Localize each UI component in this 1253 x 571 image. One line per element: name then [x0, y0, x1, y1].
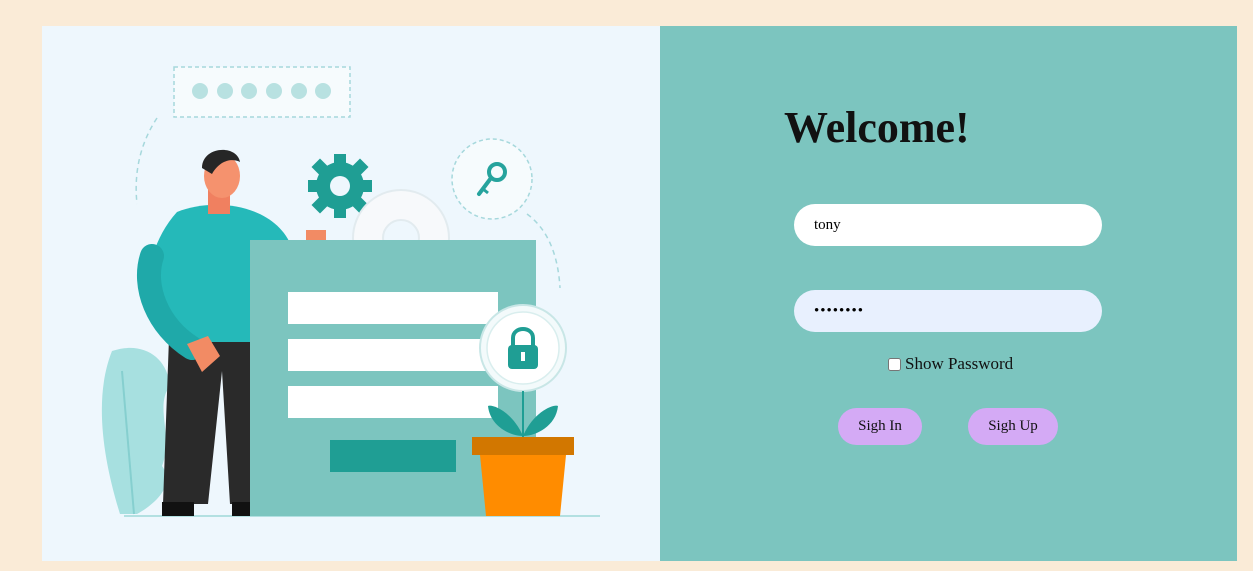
username-input[interactable] [794, 204, 1102, 246]
leaf-plant-decoration [101, 347, 170, 514]
key-icon [451, 138, 533, 220]
login-panel: Welcome! Show Password Sigh In Sigh Up [660, 26, 1237, 561]
padlock-icon [479, 304, 567, 392]
sign-in-button[interactable]: Sigh In [838, 408, 922, 445]
show-password-checkbox[interactable] [888, 357, 901, 371]
dashed-arc [135, 117, 158, 205]
login-illustration [101, 66, 600, 517]
password-input[interactable] [794, 290, 1102, 332]
welcome-heading: Welcome! [784, 103, 970, 152]
illustration-panel [42, 26, 660, 561]
password-dots-icon [173, 66, 351, 118]
show-password-toggle[interactable]: Show Password [888, 354, 1013, 374]
login-card: Welcome! Show Password Sigh In Sigh Up [42, 26, 1237, 561]
sign-up-button[interactable]: Sigh Up [968, 408, 1058, 445]
show-password-label: Show Password [905, 354, 1014, 373]
